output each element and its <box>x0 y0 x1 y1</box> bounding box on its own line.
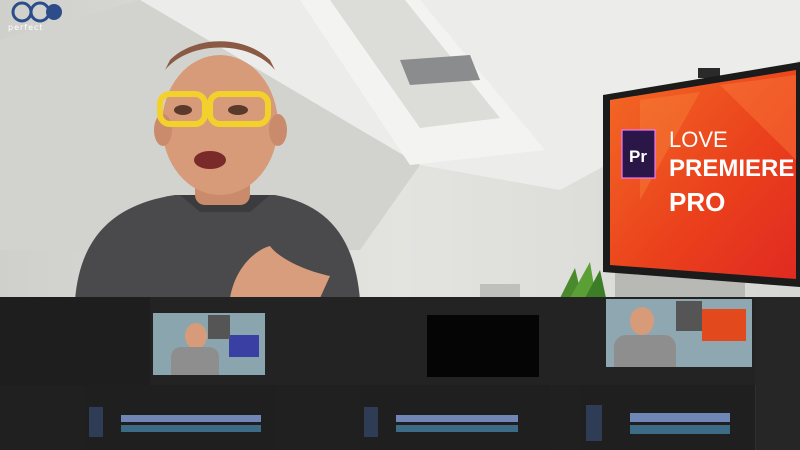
monitor-line-pro: PRO <box>669 187 725 217</box>
video-frame: Pr LOVE PREMIERE PRO perfect <box>0 0 800 450</box>
panel-program-1 <box>150 297 276 385</box>
panel-timeline-3 <box>580 385 756 450</box>
editor-screenshot-strip <box>0 297 800 450</box>
panel-project-2 <box>275 385 361 450</box>
panel-project-3 <box>550 385 581 450</box>
panel-program-3 <box>550 297 756 385</box>
mouth <box>194 151 226 169</box>
panel-program-2 <box>415 297 551 385</box>
program-preview-1 <box>153 313 265 375</box>
panel-effects <box>755 297 800 450</box>
panel-left <box>0 297 151 385</box>
program-preview-2 <box>427 315 539 377</box>
panel-source-2 <box>275 297 416 385</box>
monitor-line-premiere: PREMIERE <box>669 155 794 182</box>
panel-timeline-2 <box>360 385 551 450</box>
monitor-line-love: LOVE <box>669 127 728 152</box>
program-preview-3 <box>606 299 752 367</box>
logo-tagline: perfect <box>8 23 44 32</box>
panel-timeline-1 <box>85 385 276 450</box>
premiere-badge-text: Pr <box>629 147 647 166</box>
monitor: Pr LOVE PREMIERE PRO <box>603 62 800 287</box>
panel-project-1 <box>0 385 86 450</box>
